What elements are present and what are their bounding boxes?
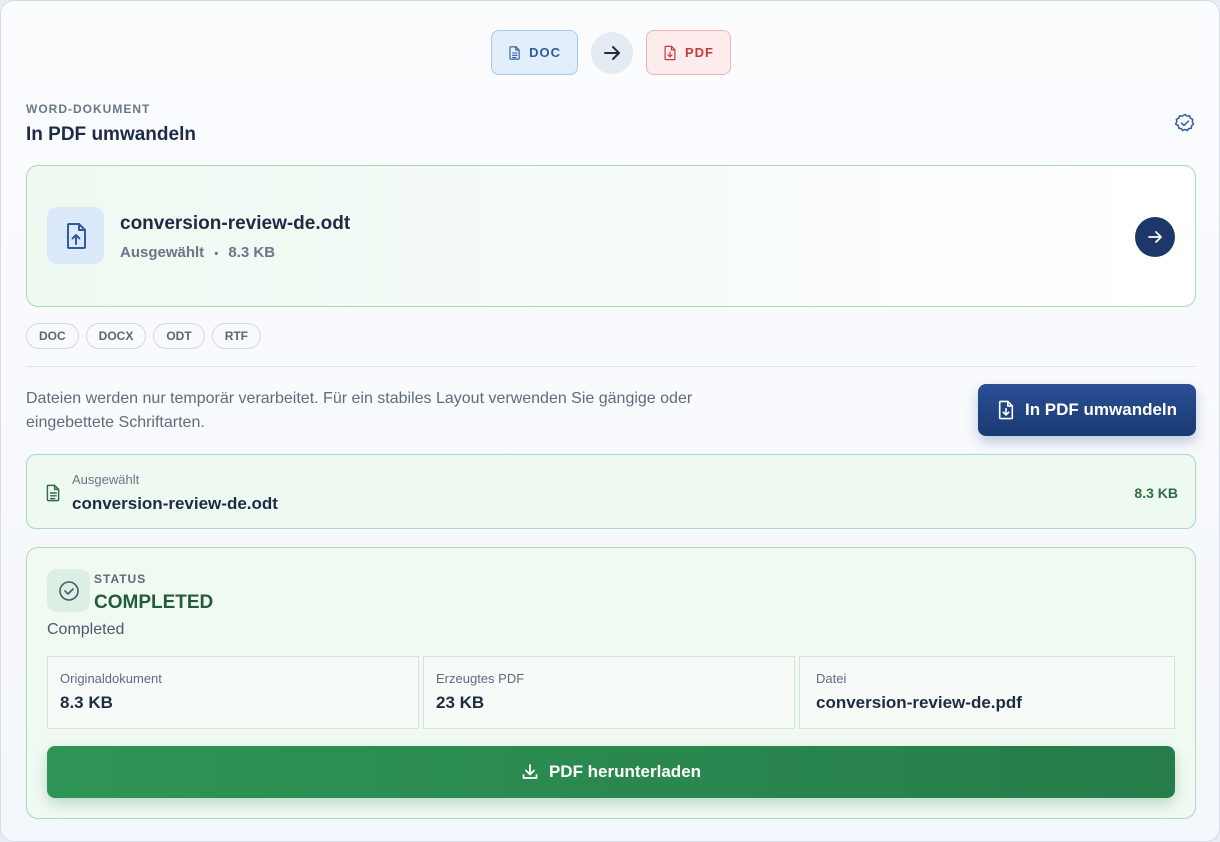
meta-separator: •	[214, 248, 219, 260]
selected-label: Ausgewählt	[72, 472, 140, 487]
download-label: PDF herunterladen	[548, 762, 702, 781]
page-title: In PDF umwandeln	[26, 124, 196, 145]
status-value: COMPLETED	[94, 592, 214, 613]
target-format-chip: PDF	[646, 30, 731, 75]
verified-badge-icon	[1175, 113, 1195, 132]
status-label: STATUS	[94, 572, 147, 586]
format-pill: ODT	[153, 323, 205, 349]
stat-key: Datei	[816, 671, 847, 686]
stat-generated: Erzeugtes PDF 23 KB	[423, 656, 795, 729]
selected-file-panel: Ausgewählt conversion-review-de.odt 8.3 …	[26, 454, 1196, 529]
download-pdf-button[interactable]: PDF herunterladen	[47, 746, 1175, 798]
document-icon	[46, 484, 60, 502]
format-pill: RTF	[211, 323, 262, 349]
converter-card: DOC PDF WORD-DOKUMENT In PDF umwandeln c…	[0, 0, 1220, 842]
source-format-chip: DOC	[491, 30, 578, 75]
convert-button-label: In PDF umwandeln	[1024, 400, 1178, 419]
stat-value: 23 KB	[436, 693, 485, 712]
source-format-label: DOC	[529, 45, 561, 60]
target-format-label: PDF	[685, 45, 714, 60]
format-pill: DOCX	[85, 323, 147, 349]
status-description: Completed	[47, 621, 125, 638]
info-note: Dateien werden nur temporär verarbeitet.…	[26, 390, 693, 431]
file-state: Ausgewählt	[120, 244, 205, 261]
pdf-download-icon	[998, 400, 1014, 420]
selected-file-meta: Ausgewählt • 8.3 KB	[120, 244, 275, 261]
selected-file-name: conversion-review-de.odt	[120, 213, 351, 234]
arrow-right-icon	[591, 31, 633, 74]
section-eyebrow: WORD-DOKUMENT	[26, 102, 151, 116]
file-size: 8.3 KB	[228, 244, 276, 261]
pdf-download-icon	[664, 45, 676, 60]
convert-button[interactable]: In PDF umwandeln	[978, 384, 1196, 436]
stat-original: Originaldokument 8.3 KB	[47, 656, 419, 729]
stat-key: Erzeugtes PDF	[436, 671, 525, 686]
stat-value: conversion-review-de.pdf	[816, 693, 1022, 712]
file-dropzone[interactable]: conversion-review-de.odt Ausgewählt • 8.…	[26, 165, 1196, 307]
proceed-button[interactable]	[1135, 217, 1175, 257]
supported-formats: DOC DOCX ODT RTF	[26, 323, 262, 349]
divider	[26, 366, 1196, 367]
arrow-right-icon	[1148, 231, 1162, 243]
format-pill: DOC	[26, 323, 79, 349]
stat-value: 8.3 KB	[60, 693, 113, 712]
document-icon	[509, 45, 520, 60]
download-icon	[522, 764, 538, 779]
selected-file-size: 8.3 KB	[1134, 485, 1178, 501]
result-stats: Originaldokument 8.3 KB Erzeugtes PDF 23…	[47, 656, 1175, 729]
stat-file: Datei conversion-review-de.pdf	[799, 656, 1175, 729]
conversion-flow: DOC PDF	[1, 30, 1220, 75]
check-circle-icon	[47, 569, 90, 612]
status-panel: STATUS COMPLETED Completed Originaldokum…	[26, 547, 1196, 819]
selected-file-name: conversion-review-de.odt	[72, 494, 278, 513]
file-upload-icon	[47, 207, 104, 264]
stat-key: Originaldokument	[60, 671, 162, 686]
